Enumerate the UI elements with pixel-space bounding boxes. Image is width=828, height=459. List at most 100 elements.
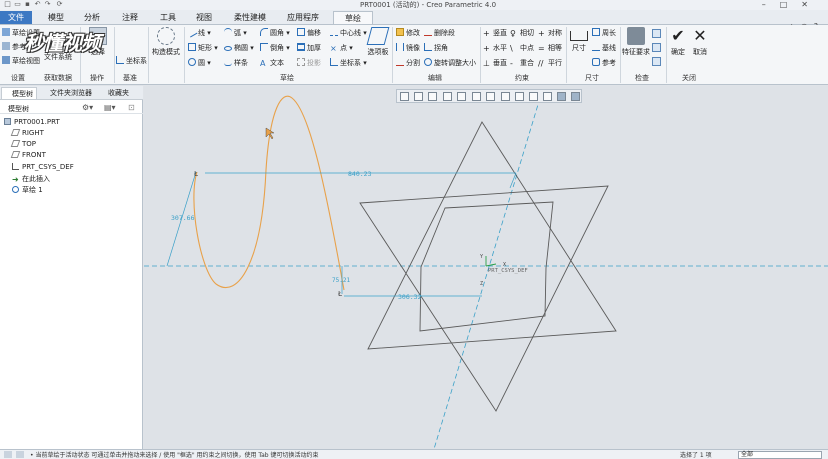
sketch-view-button[interactable]: 草绘视图 bbox=[2, 55, 40, 67]
delete-segment-button[interactable]: 删除段 bbox=[424, 27, 455, 39]
dimension-text-horizontal[interactable]: 840.23 bbox=[348, 170, 372, 178]
tree-item-part[interactable]: PRT0001.PRT bbox=[4, 117, 60, 128]
tab-applications[interactable]: 应用程序 bbox=[282, 11, 324, 24]
tab-model[interactable]: 模型 bbox=[40, 11, 72, 24]
perspective-icon[interactable] bbox=[501, 92, 510, 101]
tab-sketch[interactable]: 草绘 bbox=[333, 11, 373, 24]
navigator-tabs: 模型树 文件夹浏览器 收藏夹 bbox=[0, 86, 143, 100]
undo-icon[interactable]: ↶ bbox=[34, 1, 41, 8]
tree-settings-icon[interactable]: ⚙▾ bbox=[82, 103, 93, 112]
corner-button[interactable]: 拐角 bbox=[424, 42, 448, 54]
sketch-canvas[interactable]: Ł Ł 840.23 307.66 75.21 306.32 PRT_CSYS_… bbox=[144, 86, 828, 449]
tree-item-top[interactable]: TOP bbox=[10, 139, 36, 150]
tree-item-right[interactable]: RIGHT bbox=[10, 128, 44, 139]
tree-columns-icon[interactable]: ▤▾ bbox=[104, 103, 116, 112]
constraint-vertical-button[interactable]: + 竖直 bbox=[483, 27, 507, 39]
dimension-display-icon[interactable] bbox=[571, 92, 580, 101]
constraint-perpendicular-button[interactable]: ⊥ 垂直 bbox=[483, 57, 507, 69]
construction-mode-button[interactable]: 构造模式 bbox=[150, 27, 182, 57]
tab-favorites[interactable]: 收藏夹 bbox=[98, 87, 138, 99]
tab-flexible-modeling[interactable]: 柔性建模 bbox=[228, 11, 272, 24]
sketch-csys-button[interactable]: 坐标系 ▾ bbox=[330, 57, 367, 69]
constraint-tangent-button[interactable]: ♀ 相切 bbox=[510, 27, 534, 39]
constraint-horizontal-button[interactable]: + 水平 bbox=[483, 42, 507, 54]
modify-button[interactable]: 修改 bbox=[396, 27, 420, 39]
part-icon bbox=[4, 118, 11, 125]
constraint-midpoint-button[interactable]: \ 中点 bbox=[510, 42, 534, 54]
offset-button[interactable]: 偏移 bbox=[297, 27, 321, 39]
tab-analysis[interactable]: 分析 bbox=[76, 11, 108, 24]
tab-model-tree[interactable]: 模型树 bbox=[1, 87, 37, 99]
zoom-in-icon[interactable] bbox=[414, 92, 423, 101]
tree-item-csys[interactable]: PRT_CSYS_DEF bbox=[12, 162, 74, 173]
inspect-tool-icon-3[interactable] bbox=[652, 57, 661, 66]
ellipse-button[interactable]: 椭圆 ▾ bbox=[224, 42, 254, 54]
cancel-button[interactable]: ✕ 取消 bbox=[690, 27, 710, 57]
tree-filter-icon[interactable]: ⊡ bbox=[128, 103, 135, 112]
rectangle-button[interactable]: 矩形 ▾ bbox=[188, 42, 218, 54]
dimension-button[interactable]: 尺寸 bbox=[568, 27, 590, 53]
perimeter-button[interactable]: 周长 bbox=[592, 27, 616, 39]
divide-button[interactable]: 分割 bbox=[396, 57, 420, 69]
window-controls[interactable]: –□✕ bbox=[762, 0, 822, 9]
dimension-text-offset[interactable]: 306.32 bbox=[398, 293, 422, 301]
selection-filter[interactable]: 全部 bbox=[738, 451, 822, 459]
sketcher-display-icon[interactable] bbox=[557, 92, 566, 101]
tree-item-front[interactable]: FRONT bbox=[10, 150, 46, 161]
dimension-text-small[interactable]: 75.21 bbox=[332, 277, 350, 284]
centerline-button[interactable]: 中心线 ▾ bbox=[330, 27, 367, 39]
datum-display-icon[interactable] bbox=[515, 92, 524, 101]
sketch-view-icon[interactable] bbox=[543, 92, 552, 101]
constraint-symmetric-button[interactable]: + 对称 bbox=[538, 27, 562, 39]
tab-annotate[interactable]: 注释 bbox=[114, 11, 146, 24]
tree-item-insert-here[interactable]: ➜ 在此插入 bbox=[12, 174, 50, 185]
saved-orientations-icon[interactable] bbox=[457, 92, 466, 101]
ok-button[interactable]: ✔ 确定 bbox=[668, 27, 688, 57]
view-manager-icon[interactable] bbox=[486, 92, 495, 101]
feature-requirements-button[interactable]: 特征要求 bbox=[622, 27, 650, 57]
redo-icon[interactable]: ↷ bbox=[44, 1, 51, 8]
spline-button[interactable]: 样条 bbox=[224, 57, 248, 69]
graphics-area[interactable]: Ł Ł 840.23 307.66 75.21 306.32 PRT_CSYS_… bbox=[144, 86, 828, 449]
project-button[interactable]: 投影 bbox=[297, 57, 321, 69]
constraint-coincident-button[interactable]: - 重合 bbox=[510, 57, 534, 69]
inspect-tool-icon-2[interactable] bbox=[652, 43, 661, 52]
spline-curve[interactable] bbox=[193, 95, 345, 291]
baseline-button[interactable]: 基线 bbox=[592, 42, 616, 54]
refit-icon[interactable] bbox=[400, 92, 409, 101]
mirror-button[interactable]: 镜像 bbox=[396, 42, 420, 54]
new-icon[interactable]: □ bbox=[4, 1, 11, 8]
tab-file[interactable]: 文件 bbox=[0, 11, 32, 24]
zoom-out-icon[interactable] bbox=[428, 92, 437, 101]
tab-tools[interactable]: 工具 bbox=[152, 11, 184, 24]
datum-csys-button[interactable]: 坐标系 bbox=[116, 55, 147, 67]
tree-header-title: 模型树 bbox=[8, 105, 29, 113]
dimension-text-vertical[interactable]: 307.66 bbox=[171, 214, 195, 222]
annotation-display-icon[interactable] bbox=[529, 92, 538, 101]
rotate-resize-button[interactable]: 旋转调整大小 bbox=[424, 57, 476, 69]
hexagon-outline bbox=[419, 201, 554, 332]
display-style-icon[interactable] bbox=[472, 92, 481, 101]
feature-requirements-icon bbox=[627, 27, 645, 45]
constraint-parallel-button[interactable]: //平行 bbox=[538, 57, 562, 69]
open-icon[interactable]: ▭ bbox=[14, 1, 21, 8]
chamfer-button[interactable]: 倒角 ▾ bbox=[260, 42, 290, 54]
constraint-equal-button[interactable]: = 相等 bbox=[538, 42, 562, 54]
regenerate-icon[interactable]: ⟳ bbox=[56, 1, 63, 8]
arc-button[interactable]: 弧 ▾ bbox=[224, 27, 247, 39]
thicken-button[interactable]: 加厚 bbox=[297, 42, 321, 54]
text-button[interactable]: A 文本 bbox=[260, 57, 284, 69]
tree-item-sketch[interactable]: 草绘 1 bbox=[12, 185, 43, 196]
reference-dim-button[interactable]: 参考 bbox=[592, 57, 616, 69]
point-button[interactable]: × 点 ▾ bbox=[330, 42, 353, 54]
save-icon[interactable]: ▪ bbox=[24, 1, 31, 8]
palette-button[interactable]: 选项板 bbox=[364, 27, 392, 57]
circle-button[interactable]: 圆 ▾ bbox=[188, 57, 211, 69]
tab-folder-browser[interactable]: 文件夹浏览器 bbox=[40, 87, 94, 99]
inspect-tool-icon[interactable] bbox=[652, 29, 661, 38]
tab-view[interactable]: 视图 bbox=[188, 11, 220, 24]
repaint-icon[interactable] bbox=[443, 92, 452, 101]
line-button[interactable]: 线 ▾ bbox=[186, 26, 211, 39]
fillet-button[interactable]: 圆角 ▾ bbox=[260, 27, 290, 39]
references-button[interactable]: 参考 bbox=[2, 41, 26, 53]
